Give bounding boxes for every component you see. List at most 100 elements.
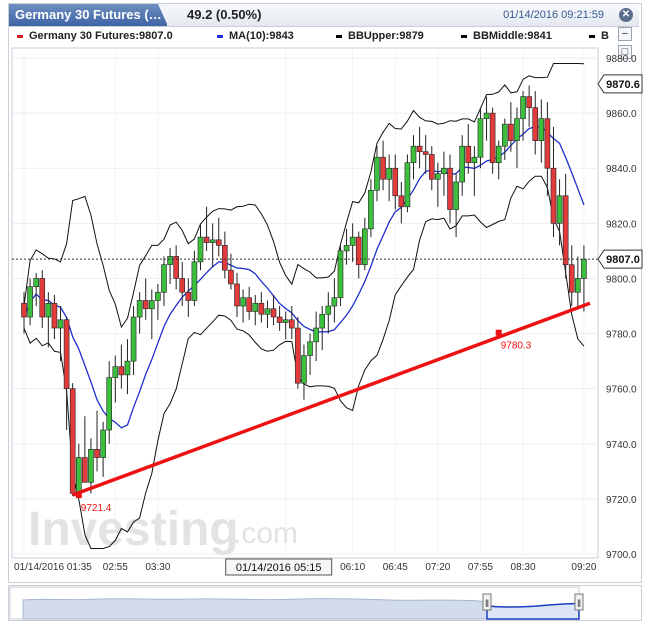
- candle-body: [228, 269, 234, 285]
- candle-body: [161, 264, 167, 293]
- candle-body: [301, 355, 307, 384]
- candle-body: [568, 264, 575, 293]
- candle-body: [179, 278, 186, 293]
- candle-body: [581, 258, 587, 279]
- candle-body: [325, 305, 332, 315]
- candle-body: [124, 360, 131, 376]
- candle-body: [575, 278, 581, 293]
- candle-body: [295, 327, 301, 384]
- candle-body: [234, 283, 240, 307]
- candle-body: [118, 366, 125, 376]
- candle-body: [136, 300, 143, 318]
- x-tick-label: 06:45: [383, 562, 408, 573]
- candle-body: [562, 195, 569, 265]
- candle-body: [459, 145, 465, 183]
- candle-body: [222, 245, 228, 271]
- candle-body: [368, 189, 374, 230]
- candle-body: [477, 118, 484, 158]
- candle-body: [386, 167, 392, 180]
- candle-body: [355, 236, 362, 265]
- y-tick-label: 9880.0: [606, 54, 637, 65]
- candle-body: [88, 448, 94, 483]
- x-tick-label: 09:20: [571, 562, 596, 573]
- candle-body: [501, 123, 508, 147]
- candle-body: [246, 297, 252, 312]
- candle-body: [106, 377, 113, 431]
- y-tick-label: 9760.0: [606, 385, 637, 396]
- x-tick-label: 07:55: [468, 562, 493, 573]
- candle-body: [203, 236, 210, 243]
- candle-body: [94, 448, 100, 458]
- candle-body: [252, 302, 259, 312]
- y-tick-label: 9700.0: [606, 550, 637, 561]
- trendline-point: [495, 329, 502, 336]
- candle-body: [526, 96, 532, 108]
- upper-band-label: 9870.6: [606, 79, 640, 91]
- candle-body: [282, 319, 289, 323]
- candle-body: [538, 118, 545, 141]
- y-tick-label: 9800.0: [606, 274, 637, 285]
- candle-body: [453, 181, 459, 210]
- candle-body: [155, 291, 161, 301]
- candle-body: [489, 112, 496, 164]
- handle-glyph-icon: ‖: [577, 599, 581, 610]
- candle-body: [270, 308, 277, 318]
- candle-body: [82, 457, 88, 483]
- x-tick-label: 03:30: [145, 562, 170, 573]
- candle-body: [465, 145, 472, 164]
- candle-body: [343, 245, 350, 252]
- candle-body: [45, 302, 52, 318]
- candle-body: [149, 300, 155, 310]
- candle-body: [27, 286, 33, 318]
- candle-body: [514, 118, 520, 141]
- candle-body: [331, 297, 338, 307]
- candle-body: [428, 154, 435, 180]
- candle-body: [75, 457, 82, 494]
- price-chart[interactable]: Investing .com 9807.09870.69721.49780.3 …: [0, 0, 650, 580]
- y-tick-label: 9840.0: [606, 164, 637, 175]
- candle-body: [495, 145, 502, 164]
- candle-body: [398, 195, 405, 208]
- y-tick-label: 9860.0: [606, 109, 637, 120]
- candle-body: [209, 239, 216, 243]
- candle-body: [21, 302, 27, 318]
- candle-body: [63, 319, 70, 389]
- last-price-label: 9807.0: [606, 254, 640, 266]
- x-tick-label: 07:20: [425, 562, 450, 573]
- handle-glyph-icon: ‖: [485, 599, 489, 610]
- candle-body: [349, 236, 356, 246]
- candle-body: [319, 313, 326, 329]
- candle-body: [447, 167, 453, 210]
- candle-body: [337, 250, 344, 299]
- trendline-label: 9780.3: [501, 341, 532, 352]
- crosshair-label: 01/14/2016 05:15: [236, 562, 322, 574]
- candle-body: [57, 319, 64, 329]
- candle-body: [173, 256, 179, 279]
- candle-body: [258, 302, 265, 315]
- candle-body: [556, 195, 563, 224]
- candle-body: [380, 156, 386, 180]
- candle-body: [39, 278, 46, 318]
- x-tick-label: 01/14/2016 01:35: [14, 562, 92, 573]
- candle-body: [544, 118, 551, 169]
- candle-body: [191, 261, 198, 301]
- candle-body: [240, 297, 246, 307]
- logo-suffix: .com: [233, 517, 298, 550]
- y-tick-label: 9720.0: [606, 495, 637, 506]
- candle-body: [422, 151, 429, 155]
- candle-body: [471, 156, 478, 164]
- candle-body: [374, 156, 380, 191]
- candle-body: [197, 236, 204, 263]
- candle-body: [307, 341, 313, 356]
- candle-body: [167, 256, 173, 265]
- candle-body: [410, 145, 417, 164]
- candle-body: [112, 366, 119, 378]
- navigator[interactable]: ‖ ‖: [8, 585, 642, 621]
- x-tick-label: 06:10: [340, 562, 365, 573]
- candle-body: [441, 167, 447, 175]
- candle-body: [100, 429, 106, 458]
- candle-body: [33, 278, 39, 288]
- candle-body: [51, 302, 58, 329]
- candle-body: [435, 173, 441, 180]
- candle-body: [264, 308, 271, 315]
